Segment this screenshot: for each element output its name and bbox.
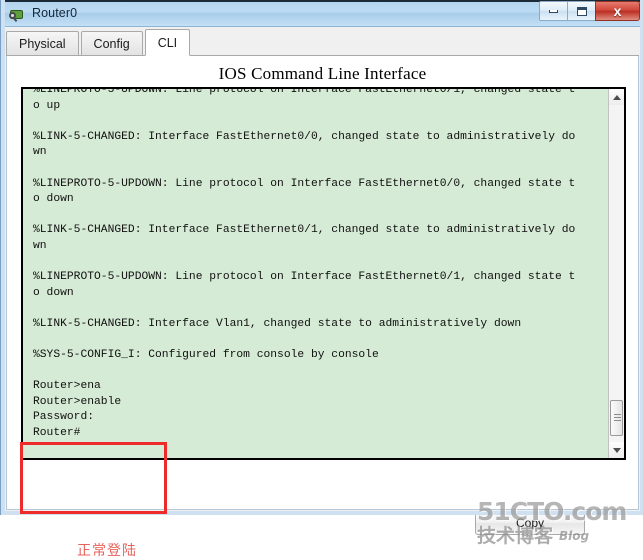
tab-physical-label: Physical (19, 36, 66, 51)
terminal-line: Router>enable (33, 395, 122, 408)
router-magnifier-icon (9, 6, 25, 23)
scroll-up-button[interactable] (609, 89, 624, 105)
terminal-container: %LINEPROTO-5-UPDOWN: Line protocol on In… (21, 87, 626, 460)
scrollbar-grip-icon (614, 414, 621, 421)
terminal-line: %LINEPROTO-5-UPDOWN: Line protocol on In… (33, 87, 576, 96)
terminal-line: wn (33, 146, 47, 159)
page-title: IOS Command Line Interface (218, 64, 427, 83)
close-button[interactable]: x (595, 1, 640, 21)
scroll-down-button[interactable] (609, 442, 624, 458)
terminal-line: o up (33, 99, 61, 112)
triangle-down-icon (612, 447, 621, 453)
terminal-line: Router>ena (33, 380, 101, 393)
tab-cli[interactable]: CLI (144, 29, 191, 56)
terminal-line: Password: (33, 411, 95, 424)
tab-strip: Physical Config CLI (6, 28, 639, 56)
triangle-up-icon (612, 94, 621, 100)
terminal-line: %LINK-5-CHANGED: Interface Vlan1, change… (33, 317, 522, 330)
terminal-scrollbar[interactable] (608, 89, 624, 458)
window-title: Router0 (32, 6, 78, 20)
terminal-line: %LINK-5-CHANGED: Interface FastEthernet0… (33, 224, 576, 237)
terminal-line: o down (33, 286, 74, 299)
minimize-button[interactable] (539, 1, 568, 21)
terminal-line: %LINK-5-CHANGED: Interface FastEthernet0… (33, 130, 576, 143)
title-bar[interactable]: Router0 x (1, 0, 643, 27)
tab-config[interactable]: Config (80, 31, 143, 55)
annotation-caption: 正常登陆 (77, 543, 137, 559)
tab-cli-label: CLI (157, 35, 178, 50)
terminal-line: Router# (33, 427, 81, 440)
scrollbar-thumb[interactable] (610, 400, 623, 436)
maximize-icon (576, 6, 587, 16)
cli-panel: IOS Command Line Interface %LINEPROTO-5-… (6, 56, 639, 559)
tab-config-label: Config (93, 36, 130, 51)
window-controls: x (539, 1, 640, 21)
router-cli-window: Router0 x Physical Config CLI IOS Comman… (0, 0, 643, 559)
terminal-line: %SYS-5-CONFIG_I: Configured from console… (33, 349, 379, 362)
tab-physical[interactable]: Physical (6, 31, 79, 55)
terminal-line: o down (33, 193, 74, 206)
terminal-line: wn (33, 239, 47, 252)
terminal-line: %LINEPROTO-5-UPDOWN: Line protocol on In… (33, 177, 576, 190)
maximize-button[interactable] (567, 1, 596, 21)
terminal-output[interactable]: %LINEPROTO-5-UPDOWN: Line protocol on In… (23, 87, 608, 458)
terminal-line: %LINEPROTO-5-UPDOWN: Line protocol on In… (33, 271, 576, 284)
minimize-icon (549, 9, 558, 13)
